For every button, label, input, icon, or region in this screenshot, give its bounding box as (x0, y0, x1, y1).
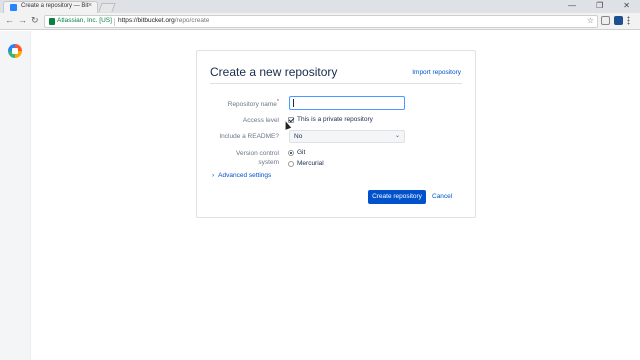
url-separator (114, 18, 115, 26)
advanced-settings-toggle[interactable]: › Advanced settings (212, 172, 271, 179)
browser-tab-bar: Create a repository — Bit × — ❐ ✕ (0, 0, 640, 13)
reload-icon[interactable]: ↻ (31, 15, 39, 26)
address-bar[interactable]: Atlassian, Inc. [US] https://bitbucket.o… (44, 15, 598, 28)
advanced-settings-label: Advanced settings (218, 172, 272, 179)
bitbucket-sidebar (0, 31, 31, 360)
chrome-menu-icon[interactable] (627, 16, 630, 25)
create-repository-button[interactable]: Create repository (368, 190, 426, 204)
minimize-icon[interactable]: — (568, 1, 576, 10)
bookmark-star-icon[interactable]: ☆ (587, 16, 594, 25)
repository-name-input[interactable] (289, 96, 405, 110)
access-level-label: Access level (242, 117, 279, 124)
vcs-mercurial-label: Mercurial (297, 160, 324, 167)
cancel-link[interactable]: Cancel (432, 193, 452, 200)
restore-icon[interactable]: ❐ (596, 1, 603, 10)
chevron-down-icon: ⌄ (394, 133, 400, 139)
extension-camera-icon[interactable] (601, 16, 610, 25)
forward-icon[interactable]: → (18, 15, 27, 25)
import-repository-link[interactable]: Import repository (412, 69, 461, 76)
page-title: Create a new repository (210, 65, 338, 79)
create-repository-form: Create a new repository Import repositor… (196, 50, 476, 218)
vcs-git-label: Git (297, 149, 306, 156)
new-tab-button[interactable] (98, 3, 116, 12)
chevron-right-icon: › (212, 172, 215, 179)
readme-selected-value: No (294, 133, 303, 140)
title-divider (210, 83, 462, 84)
text-caret (293, 99, 294, 107)
lock-icon (49, 18, 55, 25)
bitbucket-favicon-icon (10, 4, 17, 11)
bitbucket-logo-icon[interactable] (8, 44, 22, 58)
repository-name-label-text: Repository name (227, 101, 277, 109)
url-host: https://bitbucket.org (118, 17, 175, 24)
secure-org-label: Atlassian, Inc. [US] (57, 17, 112, 24)
readme-label: Include a README? (219, 133, 279, 140)
tab-close-icon[interactable]: × (88, 2, 92, 9)
vcs-label: Version control system (236, 149, 279, 167)
extension-blue-icon[interactable] (614, 16, 623, 25)
tab-title: Create a repository — Bit (21, 3, 89, 9)
close-window-icon[interactable]: ✕ (623, 1, 630, 10)
repository-name-label: Repository name* (228, 98, 279, 109)
private-repository-label: This is a private repository (297, 116, 373, 123)
browser-toolbar: ← → ↻ Atlassian, Inc. [US] https://bitbu… (0, 13, 640, 30)
readme-select[interactable]: No ⌄ (289, 130, 405, 143)
window-controls: — ❐ ✕ (568, 1, 630, 10)
vcs-label-line1: Version control (236, 150, 279, 157)
url-path: /repo/create (174, 17, 210, 24)
url-text: https://bitbucket.org/repo/create (118, 17, 209, 24)
vcs-label-line2: system (258, 159, 279, 166)
back-icon[interactable]: ← (5, 15, 14, 25)
vcs-mercurial-radio[interactable] (288, 161, 294, 167)
browser-tab[interactable]: Create a repository — Bit × (3, 1, 98, 13)
vcs-git-radio[interactable] (288, 150, 294, 156)
required-mark: * (276, 99, 279, 105)
